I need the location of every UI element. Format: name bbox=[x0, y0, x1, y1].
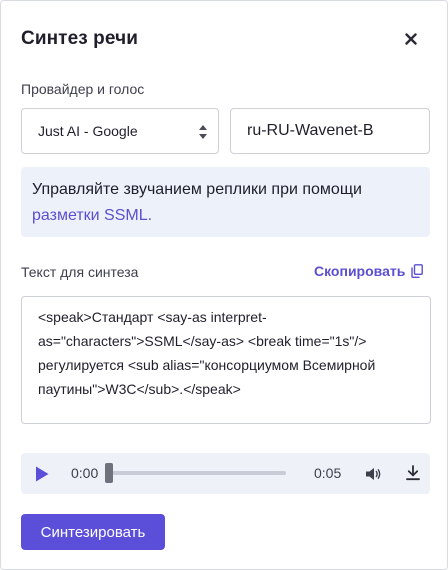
copy-button[interactable]: Скопировать bbox=[314, 263, 424, 279]
progress-thumb[interactable] bbox=[105, 463, 113, 483]
ssml-docs-link[interactable]: разметки SSML. bbox=[32, 207, 152, 224]
copy-label: Скопировать bbox=[314, 263, 406, 279]
progress-track[interactable] bbox=[109, 471, 286, 475]
provider-voice-label: Провайдер и голос bbox=[21, 81, 145, 97]
dialog-title: Синтез речи bbox=[21, 28, 138, 49]
synthesize-button[interactable]: Синтезировать bbox=[21, 514, 165, 550]
provider-select[interactable]: Just AI - Google bbox=[21, 108, 219, 154]
voice-input[interactable] bbox=[230, 108, 430, 154]
audio-player: 0:00 0:05 bbox=[21, 453, 430, 494]
current-time: 0:00 bbox=[71, 465, 99, 481]
volume-icon[interactable] bbox=[364, 465, 382, 483]
info-text: Управляйте звучанием реплики при помощи bbox=[32, 181, 362, 198]
select-arrows-icon bbox=[199, 125, 207, 139]
provider-select-value: Just AI - Google bbox=[38, 123, 138, 139]
ssml-info-box: Управляйте звучанием реплики при помощи … bbox=[21, 167, 430, 237]
copy-icon bbox=[411, 264, 424, 278]
download-icon[interactable] bbox=[405, 464, 421, 482]
ssml-text-area[interactable]: <speak>Стандарт <say-as interpret-as="ch… bbox=[21, 296, 431, 424]
play-icon[interactable] bbox=[34, 465, 50, 483]
synthesis-text-label: Текст для синтеза bbox=[21, 264, 139, 280]
duration: 0:05 bbox=[314, 465, 342, 481]
close-icon bbox=[405, 33, 417, 45]
close-button[interactable] bbox=[399, 27, 423, 51]
speech-synthesis-dialog: Синтез речи Провайдер и голос Just AI - … bbox=[0, 0, 448, 570]
